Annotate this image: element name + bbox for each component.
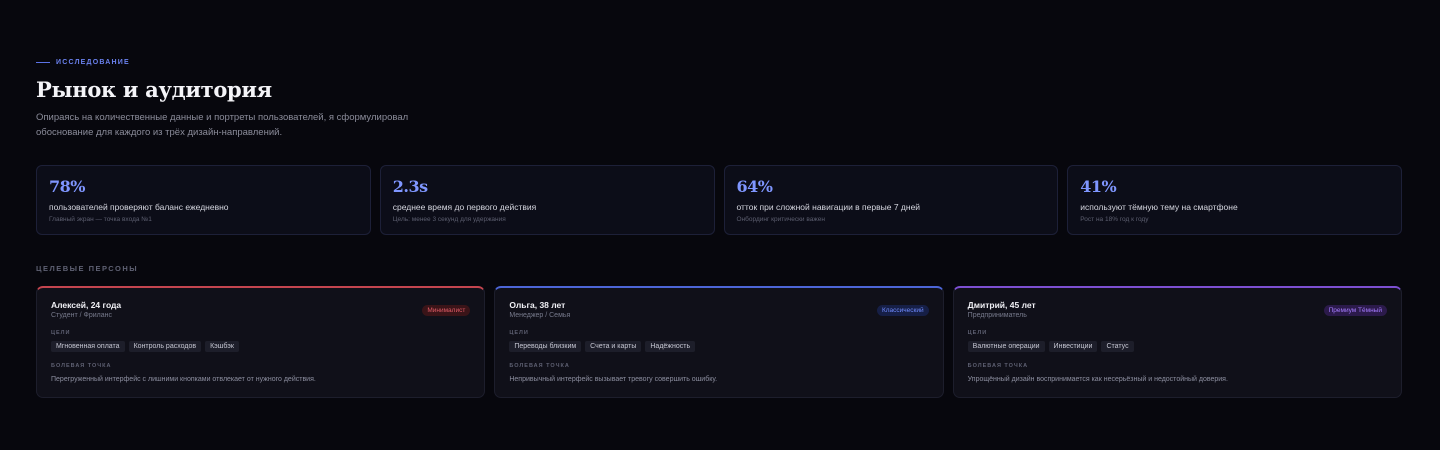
stat-value: 64% (736, 177, 773, 196)
personas-row: Алексей, 24 года Студент / Фриланс Миним… (36, 286, 1402, 398)
persona-role: Менеджер / Семья (509, 312, 571, 319)
goals-label: ЦЕЛИ (509, 330, 529, 336)
goals-list: Валютные операции Инвестиции Статус (967, 341, 1387, 352)
eyebrow: ИССЛЕДОВАНИЕ (36, 59, 130, 66)
personas-section-label: ЦЕЛЕВЫЕ ПЕРСОНЫ (36, 264, 139, 273)
pain-label: БОЛЕВАЯ ТОЧКА (51, 363, 112, 369)
pain-label: БОЛЕВАЯ ТОЧКА (509, 363, 570, 369)
stat-note: Онбординг критически важен (736, 216, 825, 223)
goals-list: Переводы близким Счета и карты Надёжност… (509, 341, 928, 352)
goals-label: ЦЕЛИ (967, 330, 988, 336)
goals-label: ЦЕЛИ (51, 330, 71, 336)
stat-value: 78% (49, 177, 85, 196)
persona-name: Алексей, 24 года (51, 300, 122, 310)
goal-chip: Валютные операции (967, 341, 1045, 352)
pain-text: Непривычный интерфейс вызывает тревогу с… (509, 376, 718, 383)
persona-style-badge: Премиум Тёмный (1323, 305, 1387, 316)
goal-chip: Статус (1101, 341, 1134, 352)
stat-card: 78% пользователей проверяют баланс ежедн… (36, 165, 371, 235)
stats-row: 78% пользователей проверяют баланс ежедн… (36, 165, 1402, 235)
stat-label: среднее время до первого действия (392, 202, 537, 212)
goals-list: Мгновенная оплата Контроль расходов Кэшб… (51, 341, 470, 352)
persona-name: Ольга, 38 лет (509, 300, 566, 310)
stat-card: 2.3s среднее время до первого действия Ц… (379, 165, 715, 235)
stat-label: отток при сложной навигации в первые 7 д… (736, 202, 921, 212)
stat-card: 64% отток при сложной навигации в первые… (723, 165, 1059, 235)
stat-card: 41% используют тёмную тему на смартфоне … (1067, 165, 1402, 235)
goal-chip: Контроль расходов (128, 341, 202, 352)
goal-chip: Мгновенная оплата (51, 341, 125, 352)
intro-text: Опираясь на количественные данные и порт… (36, 112, 409, 138)
page-title: Рынок и аудитория (36, 77, 272, 102)
goal-chip: Счета и карты (585, 341, 642, 352)
pain-text: Упрощённый дизайн воспринимается как нес… (967, 376, 1228, 383)
goal-chip: Инвестиции (1048, 341, 1098, 352)
pain-label: БОЛЕВАЯ ТОЧКА (967, 363, 1029, 369)
eyebrow-text: ИССЛЕДОВАНИЕ (56, 59, 130, 66)
stat-value: 2.3s (392, 177, 428, 196)
eyebrow-line (36, 62, 50, 63)
persona-card: Дмитрий, 45 лет Предприниматель Премиум … (952, 286, 1402, 398)
goal-chip: Кэшбэк (205, 341, 239, 352)
stat-note: Рост на 18% год к году (1080, 216, 1149, 223)
stat-label: используют тёмную тему на смартфоне (1080, 202, 1238, 212)
persona-style-badge: Минималист (422, 305, 471, 316)
goal-chip: Надёжность (645, 341, 696, 352)
persona-card: Ольга, 38 лет Менеджер / Семья Классичес… (494, 286, 944, 398)
pain-text: Перегруженный интерфейс с лишними кнопка… (51, 376, 316, 383)
stat-note: Главный экран — точка входа №1 (49, 216, 152, 223)
stat-note: Цель: менее 3 секунд для удержания (392, 216, 506, 223)
goal-chip: Переводы близким (509, 341, 582, 352)
stat-value: 41% (1080, 177, 1117, 196)
persona-style-badge: Классический (876, 305, 929, 316)
stat-label: пользователей проверяют баланс ежедневно (49, 202, 229, 212)
persona-role: Студент / Фриланс (51, 312, 112, 319)
persona-card: Алексей, 24 года Студент / Фриланс Миним… (36, 286, 486, 398)
